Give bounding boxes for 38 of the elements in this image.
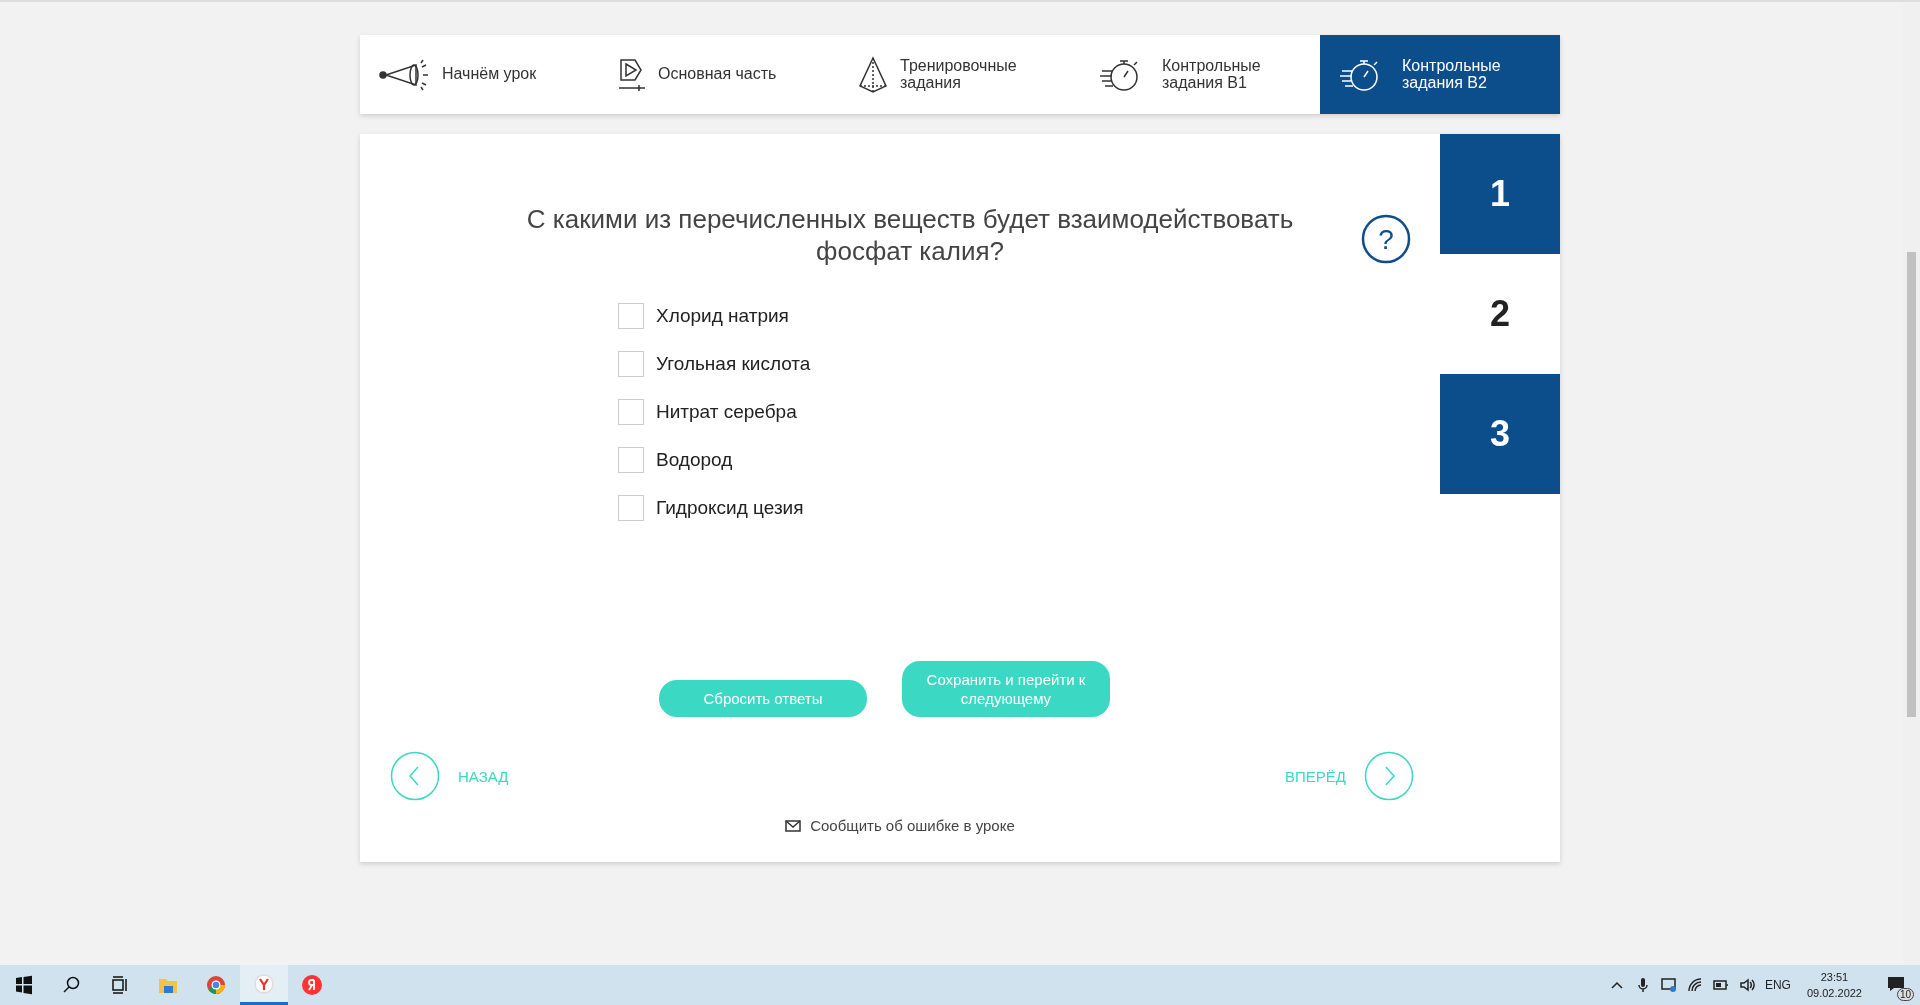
wifi-icon[interactable] [1686, 977, 1703, 993]
notification-count: 10 [1896, 988, 1914, 1001]
checkbox[interactable] [618, 303, 644, 330]
windows-start-icon [14, 975, 34, 995]
lesson-tab[interactable]: Тренировочные задания [840, 35, 1080, 114]
question-text: С какими из перечисленных веществ будет взаимодействовать фосфат калия? [525, 204, 1295, 268]
speaker-icon[interactable] [1738, 977, 1755, 993]
y-logo-icon [254, 973, 274, 994]
checkbox[interactable] [618, 447, 644, 474]
report-error-link[interactable]: Сообщить об ошибке в уроке [785, 817, 1015, 835]
help-button[interactable]: ? [1361, 214, 1411, 264]
question-number-tab[interactable]: 3 [1440, 374, 1560, 494]
clock-date: 09.02.2022 [1806, 986, 1862, 1001]
option-label: Нитрат серебра [656, 401, 797, 424]
lesson-tab[interactable]: Начнём урок [360, 35, 600, 114]
task-view-icon [110, 975, 130, 995]
battery-icon[interactable] [1712, 977, 1729, 993]
lesson-tab[interactable]: Контрольные задания В2 [1320, 35, 1560, 114]
notifications-button[interactable]: 10 [1878, 967, 1914, 1003]
clock-time: 23:51 [1820, 970, 1849, 985]
language-indicator[interactable]: ENG [1764, 978, 1791, 992]
browser-icon [206, 975, 226, 995]
option-label: Водород [656, 449, 733, 472]
lesson-tab[interactable]: Основная часть [600, 35, 840, 114]
ya-logo-icon [302, 975, 322, 995]
checkbox[interactable] [618, 399, 644, 426]
play-icon [618, 57, 646, 92]
option-label: Хлорид натрия [656, 305, 789, 328]
option-label: Гидроксид цезия [656, 497, 804, 520]
display-icon[interactable] [1660, 977, 1677, 993]
pyramid-icon [858, 55, 888, 94]
envelope-icon [785, 819, 802, 832]
checkbox[interactable] [618, 495, 644, 522]
search-icon [62, 975, 82, 995]
question-number-tab[interactable]: 1 [1440, 134, 1560, 254]
checkbox[interactable] [618, 351, 644, 378]
option-label: Угольная кислота [656, 353, 811, 376]
lesson-tab[interactable]: Контрольные задания В1 [1080, 35, 1320, 114]
